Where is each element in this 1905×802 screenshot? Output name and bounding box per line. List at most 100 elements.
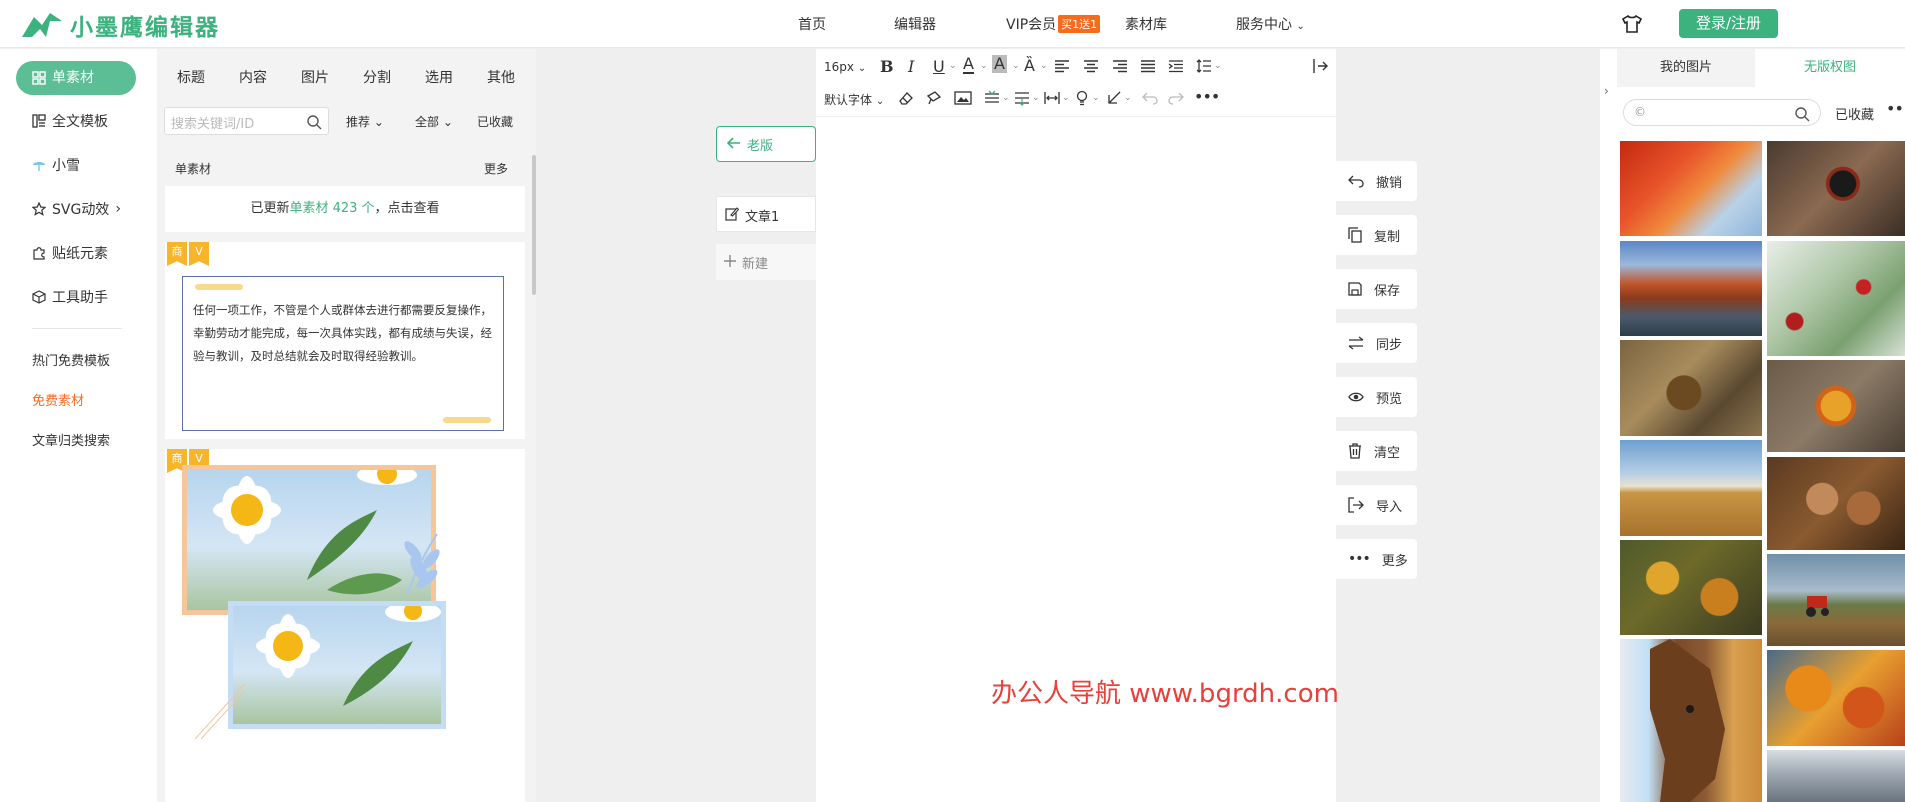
font-color-icon[interactable]: A (963, 55, 974, 74)
update-notice[interactable]: 已更新单素材 423 个，点击查看 (165, 186, 525, 232)
bold-icon[interactable]: B (880, 57, 894, 76)
filter-dropdown[interactable]: 全部 ⌄ (415, 113, 453, 130)
berries-photo[interactable] (1767, 141, 1905, 236)
more-options-icon[interactable]: ••• (1194, 87, 1220, 106)
divider-style-icon[interactable] (984, 90, 1000, 106)
image-icon[interactable] (954, 90, 972, 106)
leftnav-item-single-material[interactable]: 单素材 (16, 61, 136, 95)
sync-button[interactable]: 同步 (1336, 323, 1417, 363)
tab-selected[interactable]: 选用 (425, 67, 453, 87)
tab-image[interactable]: 图片 (301, 67, 329, 87)
nav-vip[interactable]: VIP会员 买1送1 (1006, 14, 1101, 34)
paragraph-spacing-icon[interactable] (1014, 90, 1030, 106)
save-button[interactable]: 保存 (1336, 269, 1417, 309)
article-tab[interactable]: 文章1 (716, 196, 816, 232)
chevron-down-icon[interactable]: ⌄ (1032, 93, 1040, 103)
chevron-down-icon[interactable]: ⌄ (980, 61, 988, 71)
nav-materials[interactable]: 素材库 (1125, 14, 1167, 34)
wheat-field-photo[interactable] (1620, 440, 1762, 536)
link-free-materials[interactable]: 免费素材 (32, 390, 84, 409)
login-register-button[interactable]: 登录/注册 (1679, 9, 1778, 38)
align-justify-icon[interactable] (1140, 59, 1156, 73)
tshirt-icon[interactable] (1621, 14, 1643, 34)
new-article-button[interactable]: 新建 (716, 244, 816, 280)
old-version-button[interactable]: 老版 (716, 126, 816, 162)
chevron-down-icon[interactable]: ⌄ (1012, 61, 1020, 71)
copy-button[interactable]: 复制 (1336, 215, 1417, 255)
leftnav-item-stickers[interactable]: 贴纸元素 (32, 243, 108, 263)
leftnav-item-snow[interactable]: 小雪 (32, 155, 80, 175)
font-size-select[interactable]: 16px ⌄ (824, 60, 866, 74)
preview-button[interactable]: 预览 (1336, 377, 1417, 417)
link-article-category-search[interactable]: 文章归类搜索 (32, 430, 110, 449)
link-hot-free-templates[interactable]: 热门免费模板 (32, 350, 110, 369)
clear-button[interactable]: 清空 (1336, 431, 1417, 471)
more-options-icon[interactable]: ••• (1886, 99, 1905, 118)
walnut-straw-photo[interactable] (1620, 340, 1762, 436)
sort-dropdown[interactable]: 推荐 ⌄ (346, 113, 384, 130)
chevron-down-icon[interactable]: ⌄ (1124, 93, 1132, 103)
underline-icon[interactable]: U (933, 57, 945, 76)
exit-icon[interactable] (1312, 58, 1328, 74)
italic-icon[interactable]: I (908, 57, 914, 76)
chevron-down-icon[interactable]: ⌄ (1040, 61, 1048, 71)
tab-free-images[interactable]: 无版权图 (1755, 49, 1905, 87)
logo[interactable]: 小墨鹰编辑器 (20, 8, 220, 42)
chevron-down-icon[interactable]: ⌄ (1002, 93, 1010, 103)
font-family-select[interactable]: 默认字体 ⌄ (824, 91, 884, 108)
chevron-down-icon[interactable]: ⌄ (1214, 61, 1222, 71)
temple-lake-photo[interactable] (1620, 241, 1762, 336)
arrow-down-left-icon[interactable] (1106, 90, 1122, 106)
material-card[interactable]: 商 V 任何一项工作，不管是个人或群体去进行都需要反复操作，幸勤劳动才能完成，每… (165, 242, 525, 439)
leftnav-item-full-template[interactable]: 全文模板 (32, 111, 108, 131)
leftnav-item-svg-effects[interactable]: SVG动效 › (32, 199, 121, 219)
autumn-maple-photo[interactable] (1620, 141, 1762, 236)
search-icon[interactable] (1794, 106, 1810, 122)
horse-photo[interactable] (1620, 639, 1762, 802)
nav-service[interactable]: 服务中心 ⌄ (1236, 14, 1305, 34)
tab-divider[interactable]: 分割 (363, 67, 391, 87)
align-left-icon[interactable] (1054, 59, 1070, 73)
redo-icon[interactable] (1168, 91, 1184, 105)
text-effect-icon[interactable]: Ȁ (1024, 56, 1035, 75)
tab-my-images[interactable]: 我的图片 (1617, 49, 1755, 87)
chestnuts-basket-photo[interactable] (1767, 457, 1905, 550)
line-height-icon[interactable] (1196, 58, 1212, 74)
lightbulb-icon[interactable] (1074, 90, 1090, 106)
rosehip-branch-photo[interactable] (1767, 241, 1905, 356)
pumpkins-photo[interactable] (1620, 540, 1762, 635)
format-painter-icon[interactable] (926, 90, 942, 106)
align-right-icon[interactable] (1112, 59, 1128, 73)
nav-home[interactable]: 首页 (798, 14, 826, 34)
material-card[interactable]: 商 V (165, 449, 525, 802)
winter-trees-photo[interactable] (1767, 750, 1905, 802)
chevron-down-icon[interactable]: ⌄ (949, 61, 957, 71)
material-search-input[interactable]: 搜索关键词/ID (164, 107, 329, 135)
eraser-icon[interactable] (898, 90, 914, 106)
letter-spacing-icon[interactable] (1044, 90, 1060, 106)
indent-icon[interactable] (1168, 59, 1184, 73)
background-color-icon[interactable]: A (992, 55, 1007, 73)
chevron-down-icon[interactable]: ⌄ (1092, 93, 1100, 103)
tab-other[interactable]: 其他 (487, 67, 515, 87)
collected-link[interactable]: 已收藏 (1835, 104, 1874, 123)
leftnav-item-tools[interactable]: 工具助手 (32, 287, 108, 307)
collapse-panel-icon[interactable]: › (1604, 84, 1609, 98)
tractor-field-photo[interactable] (1767, 554, 1905, 646)
align-center-icon[interactable] (1083, 59, 1099, 73)
search-icon[interactable] (306, 114, 322, 130)
maple-leaf-photo[interactable] (1767, 360, 1905, 452)
more-button[interactable]: ••• 更多 (1336, 539, 1417, 579)
import-button[interactable]: 导入 (1336, 485, 1417, 525)
collected-link[interactable]: 已收藏 (477, 113, 513, 130)
nav-editor[interactable]: 编辑器 (894, 14, 936, 34)
undo-icon[interactable] (1142, 91, 1158, 105)
chevron-down-icon[interactable]: ⌄ (1062, 93, 1070, 103)
tab-title[interactable]: 标题 (177, 67, 205, 87)
undo-button[interactable]: 撤销 (1336, 161, 1417, 201)
image-search-input[interactable]: © (1623, 99, 1821, 126)
autumn-leaves-photo[interactable] (1767, 650, 1905, 746)
scrollbar[interactable] (532, 155, 536, 295)
tab-content[interactable]: 内容 (239, 67, 267, 87)
update-count-link[interactable]: 单素材 423 个 (289, 201, 374, 216)
